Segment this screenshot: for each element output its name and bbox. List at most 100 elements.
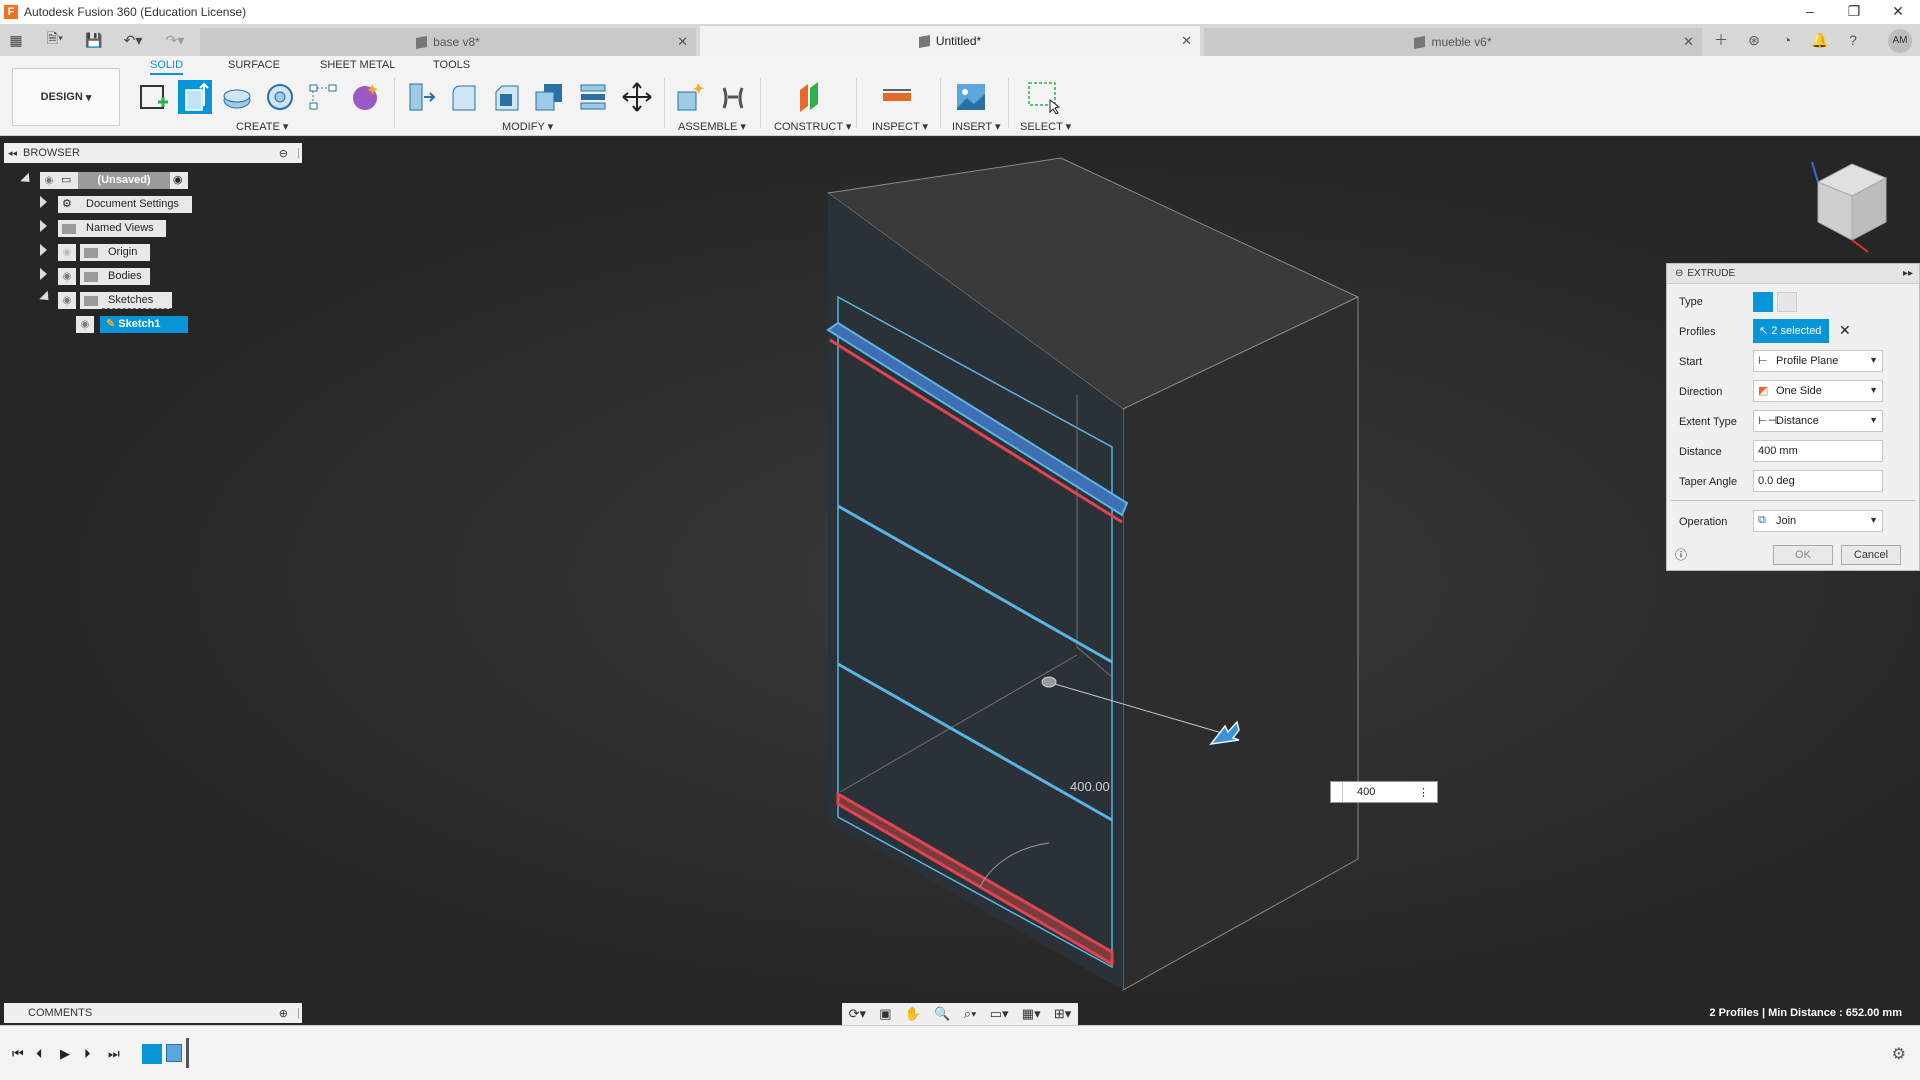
tab-surface[interactable]: SURFACE bbox=[228, 59, 280, 71]
clear-selection-icon[interactable]: ✕ bbox=[1839, 322, 1851, 339]
notifications-icon[interactable]: 🔔 bbox=[1809, 30, 1831, 50]
help-icon[interactable]: ? bbox=[1842, 30, 1864, 50]
apps-grid-icon[interactable]: ▦ bbox=[4, 28, 28, 52]
info-icon[interactable]: ⓘ bbox=[1675, 546, 1687, 563]
add-comment-icon[interactable]: ⊕ bbox=[279, 1007, 288, 1020]
expand-arrow-icon[interactable] bbox=[40, 220, 47, 232]
step-forward-icon[interactable]: ⏵ bbox=[84, 1046, 91, 1062]
press-pull-icon[interactable] bbox=[404, 80, 438, 114]
measure-icon[interactable] bbox=[880, 80, 914, 114]
direction-select[interactable]: ◩ One Side ▼ bbox=[1753, 380, 1883, 402]
timeline-marker[interactable] bbox=[186, 1038, 189, 1068]
step-back-icon[interactable]: ⏴ bbox=[36, 1046, 43, 1062]
tab-untitled[interactable]: Untitled* ✕ bbox=[700, 26, 1200, 56]
extensions-icon[interactable]: ⊛ bbox=[1743, 30, 1765, 50]
collapse-browser-icon[interactable]: ◂◂ bbox=[8, 148, 17, 159]
browser-item-document-settings[interactable]: ⚙ Document Settings bbox=[58, 196, 192, 213]
timeline-sketch-feature-icon[interactable] bbox=[142, 1044, 162, 1064]
close-tab-icon[interactable]: ✕ bbox=[1683, 34, 1694, 50]
timeline-extrude-feature-icon[interactable] bbox=[166, 1044, 182, 1062]
close-tab-icon[interactable]: ✕ bbox=[1181, 33, 1192, 49]
insert-menu[interactable]: INSERT ▾ bbox=[952, 120, 1001, 133]
minimize-icon[interactable]: – bbox=[1788, 0, 1832, 24]
revolve-icon[interactable] bbox=[220, 80, 254, 114]
expand-dialog-icon[interactable]: ▸▸ bbox=[1903, 268, 1913, 279]
new-component-icon[interactable] bbox=[672, 80, 706, 114]
look-at-icon[interactable]: ▣ bbox=[879, 1006, 891, 1022]
timeline-settings-icon[interactable]: ⚙ bbox=[1892, 1044, 1906, 1064]
create-menu[interactable]: CREATE ▾ bbox=[236, 120, 288, 133]
expand-arrow-icon[interactable] bbox=[40, 196, 47, 208]
visibility-eye-icon[interactable]: ◉ bbox=[58, 292, 76, 309]
expand-arrow-icon[interactable] bbox=[40, 268, 47, 280]
user-avatar[interactable]: AM bbox=[1888, 29, 1912, 53]
inspect-menu[interactable]: INSPECT ▾ bbox=[872, 120, 928, 133]
operation-select[interactable]: ⧉ Join ▼ bbox=[1753, 510, 1883, 532]
play-icon[interactable]: ▶ bbox=[60, 1046, 70, 1062]
save-icon[interactable]: 💾 bbox=[82, 28, 106, 52]
redo-icon[interactable]: ↷▾ bbox=[158, 28, 192, 52]
distance-input[interactable]: 400 mm bbox=[1753, 440, 1883, 462]
extrude-type-solid-icon[interactable] bbox=[1753, 292, 1773, 312]
tab-solid[interactable]: SOLID bbox=[150, 59, 184, 75]
pin-icon[interactable]: ⊖ bbox=[279, 147, 288, 160]
browser-item-sketches[interactable]: Sketches bbox=[102, 292, 172, 309]
joint-icon[interactable] bbox=[716, 80, 750, 114]
panel-grip-icon[interactable]: | bbox=[297, 1007, 300, 1019]
file-menu-icon[interactable]: 🗎▾ bbox=[38, 28, 72, 52]
taper-angle-input[interactable]: 0.0 deg bbox=[1753, 470, 1883, 492]
workspace-switcher[interactable]: DESIGN ▾ bbox=[12, 68, 120, 126]
chamfer-icon[interactable] bbox=[490, 80, 524, 114]
expand-arrow-icon[interactable] bbox=[40, 244, 47, 256]
pan-icon[interactable]: ✋ bbox=[905, 1006, 921, 1022]
zoom-icon[interactable]: 🔍 bbox=[934, 1006, 950, 1022]
tab-base-v8[interactable]: base v8* ✕ bbox=[200, 28, 696, 56]
start-select[interactable]: ⊢ Profile Plane ▼ bbox=[1753, 350, 1883, 372]
go-to-end-icon[interactable]: ⏭ bbox=[108, 1046, 120, 1062]
extrude-icon[interactable] bbox=[178, 80, 212, 114]
browser-item-bodies[interactable]: Bodies bbox=[102, 268, 150, 285]
grid-settings-icon[interactable]: ▦▾ bbox=[1022, 1006, 1041, 1022]
construct-menu[interactable]: CONSTRUCT ▾ bbox=[774, 120, 851, 133]
undo-icon[interactable]: ↶▾ bbox=[116, 28, 150, 52]
sweep-icon[interactable] bbox=[263, 80, 297, 114]
panel-grip-icon[interactable]: | bbox=[297, 147, 300, 159]
display-settings-icon[interactable]: ▭▾ bbox=[990, 1006, 1009, 1022]
tab-mueble-v6[interactable]: mueble v6* ✕ bbox=[1204, 28, 1702, 56]
3d-viewport[interactable]: 400.00 bbox=[0, 137, 1920, 1025]
move-copy-icon[interactable] bbox=[620, 80, 654, 114]
shell-icon[interactable] bbox=[532, 80, 566, 114]
create-sketch-icon[interactable] bbox=[136, 80, 170, 114]
job-status-icon[interactable]: ◔ bbox=[1776, 30, 1798, 50]
viewcube[interactable] bbox=[1808, 160, 1894, 256]
select-window-icon[interactable] bbox=[1026, 80, 1060, 114]
restore-icon[interactable]: ❐ bbox=[1832, 0, 1876, 24]
extent-type-select[interactable]: ⊢⊣ Distance ▼ bbox=[1753, 410, 1883, 432]
pattern-icon[interactable] bbox=[306, 80, 340, 114]
fillet-icon[interactable] bbox=[447, 80, 481, 114]
tab-sheet-metal[interactable]: SHEET METAL bbox=[320, 59, 395, 71]
select-menu[interactable]: SELECT ▾ bbox=[1020, 120, 1071, 133]
viewports-icon[interactable]: ⊞▾ bbox=[1054, 1006, 1071, 1022]
fit-icon[interactable]: ⌕▾ bbox=[964, 1006, 977, 1022]
visibility-eye-icon[interactable]: ◉ bbox=[58, 268, 76, 285]
close-tab-icon[interactable]: ✕ bbox=[677, 34, 688, 50]
new-tab-icon[interactable]: ＋ bbox=[1710, 30, 1732, 50]
more-options-icon[interactable]: ⋮ bbox=[1418, 786, 1429, 799]
visibility-eye-hidden-icon[interactable]: ◉ bbox=[58, 244, 76, 261]
pivot-handle[interactable] bbox=[1041, 676, 1057, 688]
ok-button[interactable]: OK bbox=[1773, 545, 1833, 565]
browser-item-named-views[interactable]: Named Views bbox=[80, 220, 166, 237]
profiles-selection-button[interactable]: ↖ 2 selected bbox=[1753, 319, 1829, 343]
insert-image-icon[interactable] bbox=[954, 80, 988, 114]
visibility-eye-icon[interactable]: ◉ bbox=[40, 172, 58, 189]
go-to-start-icon[interactable]: ⏮ bbox=[12, 1046, 24, 1062]
browser-root-node[interactable]: ▭ (Unsaved) ◉ bbox=[58, 172, 188, 189]
browser-item-sketch1[interactable]: ✎ Sketch1 bbox=[100, 316, 188, 333]
browser-item-origin[interactable]: Origin bbox=[102, 244, 150, 261]
combine-icon[interactable] bbox=[576, 80, 610, 114]
create-form-icon[interactable] bbox=[348, 80, 382, 114]
activate-radio-icon[interactable]: ◉ bbox=[170, 172, 188, 189]
model-canvas[interactable]: 400.00 bbox=[0, 137, 1920, 1025]
tab-tools[interactable]: TOOLS bbox=[433, 59, 470, 71]
